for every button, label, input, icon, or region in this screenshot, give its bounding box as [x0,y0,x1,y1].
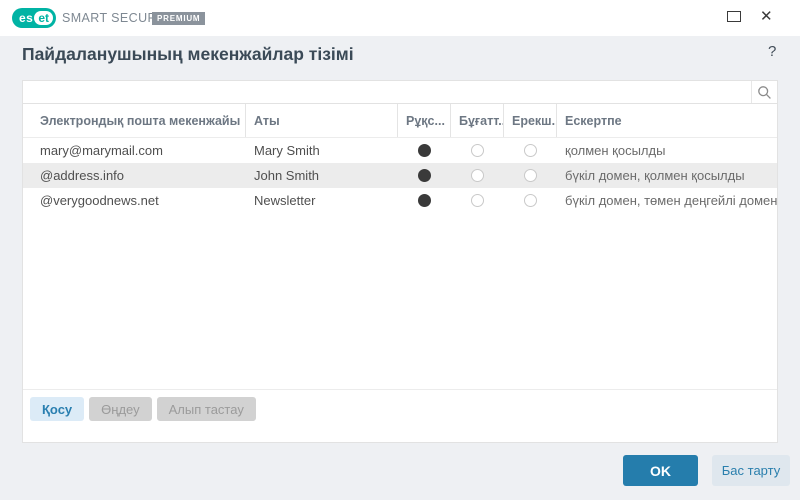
row-name: Mary Smith [246,143,398,158]
row-note: бүкіл домен, қолмен қосылды [557,168,777,183]
row-note: қолмен қосылды [557,143,777,158]
col-header-name[interactable]: Аты [246,104,398,137]
col-header-allow[interactable]: Рұқс... [398,104,451,137]
ok-button[interactable]: OK [623,455,698,486]
search-bar [22,80,778,104]
table-row[interactable]: @verygoodnews.net Newsletter бүкіл домен… [23,188,777,213]
exception-radio[interactable] [524,194,537,207]
table-header: Электрондық пошта мекенжайы Аты Рұқс... … [23,104,777,138]
table-row[interactable]: @address.info John Smith бүкіл домен, қо… [23,163,777,188]
add-button[interactable]: Қосу [30,397,84,421]
allow-radio[interactable] [418,169,431,182]
search-icon [757,85,772,100]
address-list-panel: Электрондық пошта мекенжайы Аты Рұқс... … [22,103,778,443]
table-empty-area [23,213,777,389]
row-note: бүкіл домен, төмен деңгейлі доменд... [557,193,777,208]
close-button[interactable]: ✕ [760,8,773,26]
eset-logo-text-chip: et [34,11,53,25]
col-header-email[interactable]: Электрондық пошта мекенжайы [23,104,246,137]
help-button[interactable]: ? [762,42,782,61]
remove-button[interactable]: Алып тастау [157,397,256,421]
table-body: mary@marymail.com Mary Smith қолмен қосы… [23,138,777,213]
cancel-button[interactable]: Бас тарту [712,455,790,486]
row-name: Newsletter [246,193,398,208]
table-row[interactable]: mary@marymail.com Mary Smith қолмен қосы… [23,138,777,163]
block-radio[interactable] [471,144,484,157]
block-radio[interactable] [471,169,484,182]
col-header-exception[interactable]: Ерекш... [504,104,557,137]
row-email: mary@marymail.com [23,143,246,158]
exception-radio[interactable] [524,144,537,157]
titlebar: eset SMART SECURITY PREMIUM ✕ [0,0,800,36]
col-header-note[interactable]: Ескертпе [557,104,777,137]
exception-radio[interactable] [524,169,537,182]
row-email: @verygoodnews.net [23,193,246,208]
premium-badge: PREMIUM [152,12,205,25]
row-email: @address.info [23,168,246,183]
search-input[interactable] [23,81,751,103]
block-radio[interactable] [471,194,484,207]
allow-radio[interactable] [418,194,431,207]
allow-radio[interactable] [418,144,431,157]
row-name: John Smith [246,168,398,183]
col-header-block[interactable]: Бұғатт... [451,104,504,137]
maximize-button[interactable] [727,11,741,22]
edit-button[interactable]: Өңдеу [89,397,151,421]
search-button[interactable] [751,81,777,103]
page-title: Пайдаланушының мекенжайлар тізімі [22,44,354,65]
eset-logo-text: es [19,11,33,25]
eset-logo-icon: eset [12,8,56,28]
list-actions-bar: Қосу Өңдеу Алып тастау [23,389,777,442]
